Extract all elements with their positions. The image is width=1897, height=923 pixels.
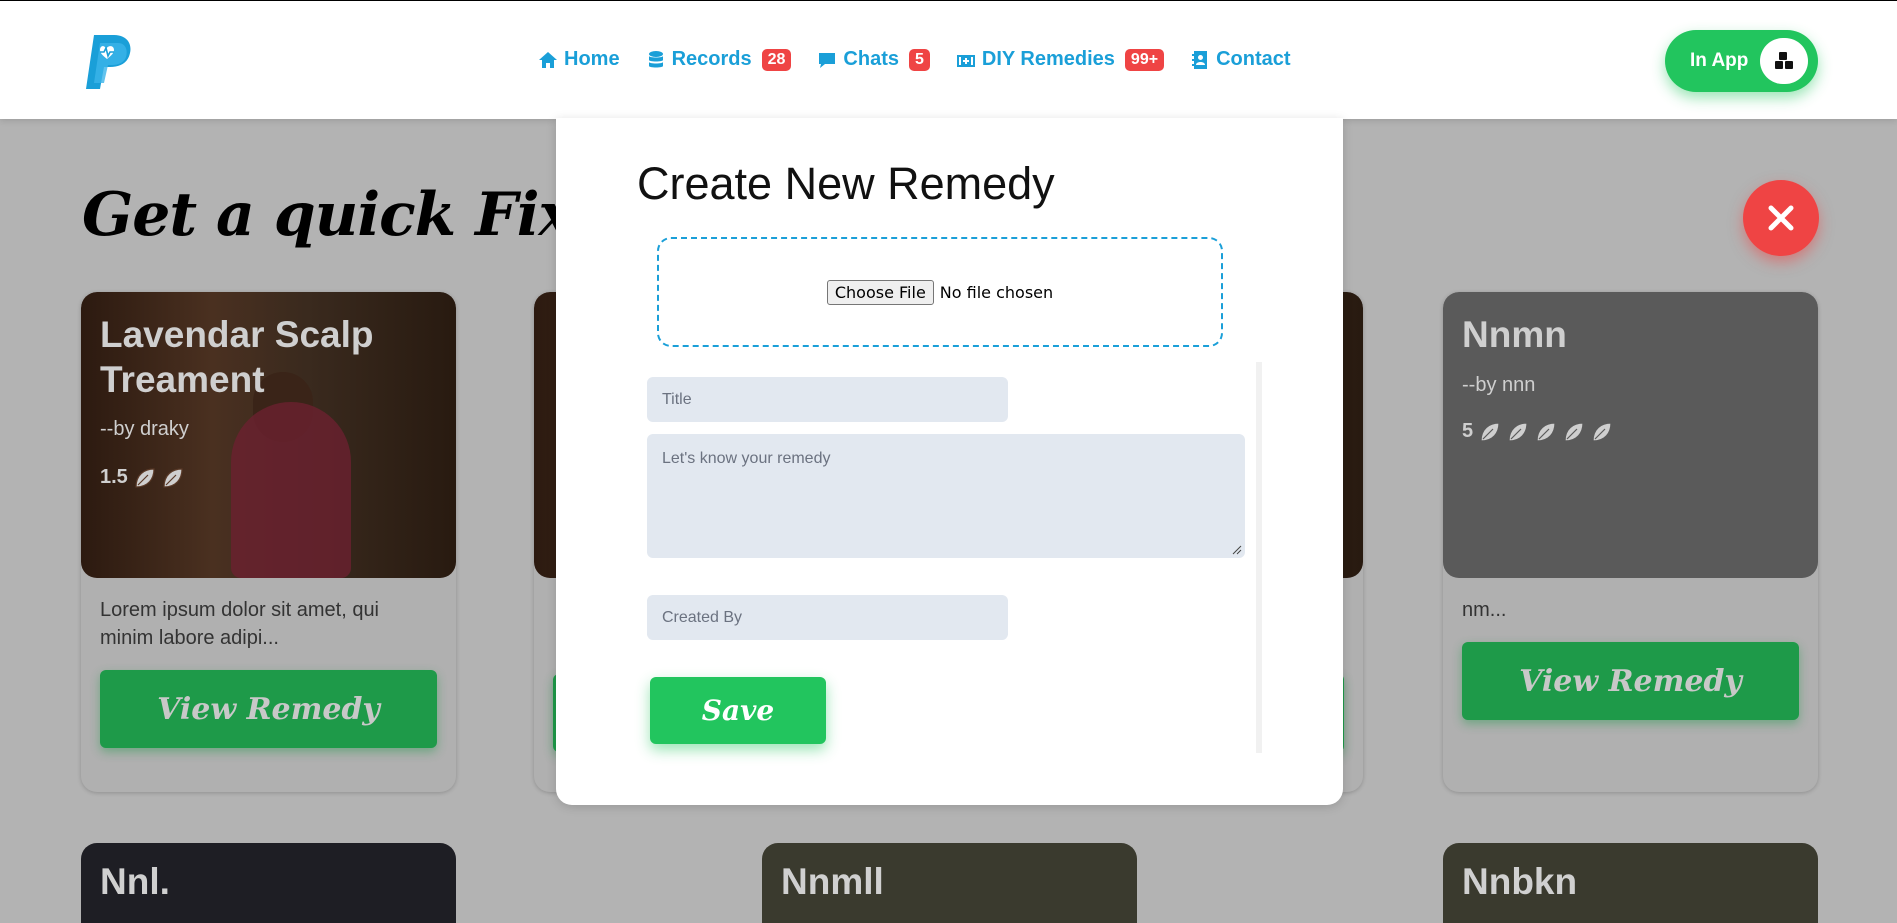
nav-diy-label: DIY Remedies <box>981 48 1115 70</box>
card-rating: 1.5 <box>100 466 184 489</box>
card-image: Lavendar Scalp Treament --by draky 1.5 <box>81 292 456 578</box>
card-title: Nnl. <box>100 861 170 902</box>
nav-home[interactable]: Home <box>538 48 620 71</box>
title-input[interactable]: Title <box>647 377 1008 422</box>
save-button[interactable]: Save <box>650 677 826 744</box>
main-nav: Home Records 28 Chats 5 DIY Remedies 99+… <box>538 48 1291 71</box>
diy-count-badge: 99+ <box>1124 48 1165 71</box>
header: Home Records 28 Chats 5 DIY Remedies 99+… <box>0 1 1897 119</box>
nav-chats[interactable]: Chats 5 <box>817 48 930 71</box>
chat-icon <box>819 52 836 68</box>
card-description: Lorem ipsum dolor sit amet, qui minim la… <box>100 599 380 649</box>
view-remedy-button[interactable]: View Remedy <box>1462 642 1799 720</box>
card-description: nm... <box>1462 599 1507 621</box>
leaf-icon <box>1592 421 1612 442</box>
in-app-button[interactable]: In App <box>1665 30 1818 92</box>
nav-contact-label: Contact <box>1216 48 1291 70</box>
card-author: --by nnn <box>1462 374 1536 396</box>
choose-file-button[interactable]: Choose File <box>826 279 934 305</box>
card-title: Lavendar Scalp Treament <box>100 314 374 400</box>
in-app-icon-holder <box>1760 38 1808 84</box>
home-icon <box>539 51 557 68</box>
remedy-card: Lavendar Scalp Treament --by draky 1.5 L… <box>81 292 456 792</box>
remedy-card: Nnmn --by nnn 5 nm... View Remedy <box>1443 292 1818 792</box>
card-title: Nnmll <box>781 861 884 902</box>
remedy-card-partial: Nnbkn <box>1443 843 1818 923</box>
database-icon <box>648 50 663 67</box>
cubes-icon <box>1775 52 1793 69</box>
chats-count-badge: 5 <box>908 48 930 71</box>
modal-title: Create New Remedy <box>637 158 1055 209</box>
file-status: No file chosen <box>939 282 1054 302</box>
leaf-icon <box>135 467 155 488</box>
card-photo-body <box>231 402 351 578</box>
logo-icon[interactable] <box>80 33 134 91</box>
resize-handle-icon[interactable] <box>1232 545 1242 555</box>
nav-records-label: Records <box>671 48 752 70</box>
card-title: Nnmn <box>1462 314 1567 355</box>
card-rating-value: 1.5 <box>100 466 128 488</box>
leaf-icon <box>1508 421 1528 442</box>
leaf-icon <box>1564 421 1584 442</box>
nav-home-label: Home <box>564 48 620 70</box>
leaf-icon <box>1480 421 1500 442</box>
card-rating-value: 5 <box>1462 420 1474 442</box>
in-app-label: In App <box>1690 50 1749 71</box>
remedy-card-partial: Nnmll <box>762 843 1137 923</box>
nav-diy-remedies[interactable]: DIY Remedies 99+ <box>956 48 1165 71</box>
close-icon <box>1768 205 1794 231</box>
records-count-badge: 28 <box>761 48 792 71</box>
form-scrollbar[interactable] <box>1256 362 1262 753</box>
contact-book-icon <box>1192 50 1208 69</box>
remedy-placeholder: Let's know your remedy <box>662 450 831 467</box>
created-by-input[interactable]: Created By <box>647 595 1008 640</box>
medkit-icon <box>956 54 975 67</box>
card-image: Nnmn --by nnn 5 <box>1443 292 1818 578</box>
view-remedy-button[interactable]: View Remedy <box>100 670 437 748</box>
create-remedy-modal: Create New Remedy Choose File No file ch… <box>556 118 1343 805</box>
close-modal-button[interactable] <box>1743 180 1819 256</box>
page-title: Get a quick Fix! <box>82 180 600 250</box>
remedy-card-partial: Nnl. <box>81 843 456 923</box>
leaf-icon <box>1536 421 1556 442</box>
card-rating: 5 <box>1462 420 1613 443</box>
nav-records[interactable]: Records 28 <box>646 48 792 71</box>
nav-chats-label: Chats <box>843 48 899 70</box>
leaf-icon <box>163 467 183 488</box>
nav-contact[interactable]: Contact <box>1190 48 1291 71</box>
file-dropzone[interactable]: Choose File No file chosen <box>657 237 1223 347</box>
remedy-textarea[interactable]: Let's know your remedy <box>647 434 1245 558</box>
card-author: --by draky <box>100 418 189 440</box>
card-title: Nnbkn <box>1462 861 1578 902</box>
